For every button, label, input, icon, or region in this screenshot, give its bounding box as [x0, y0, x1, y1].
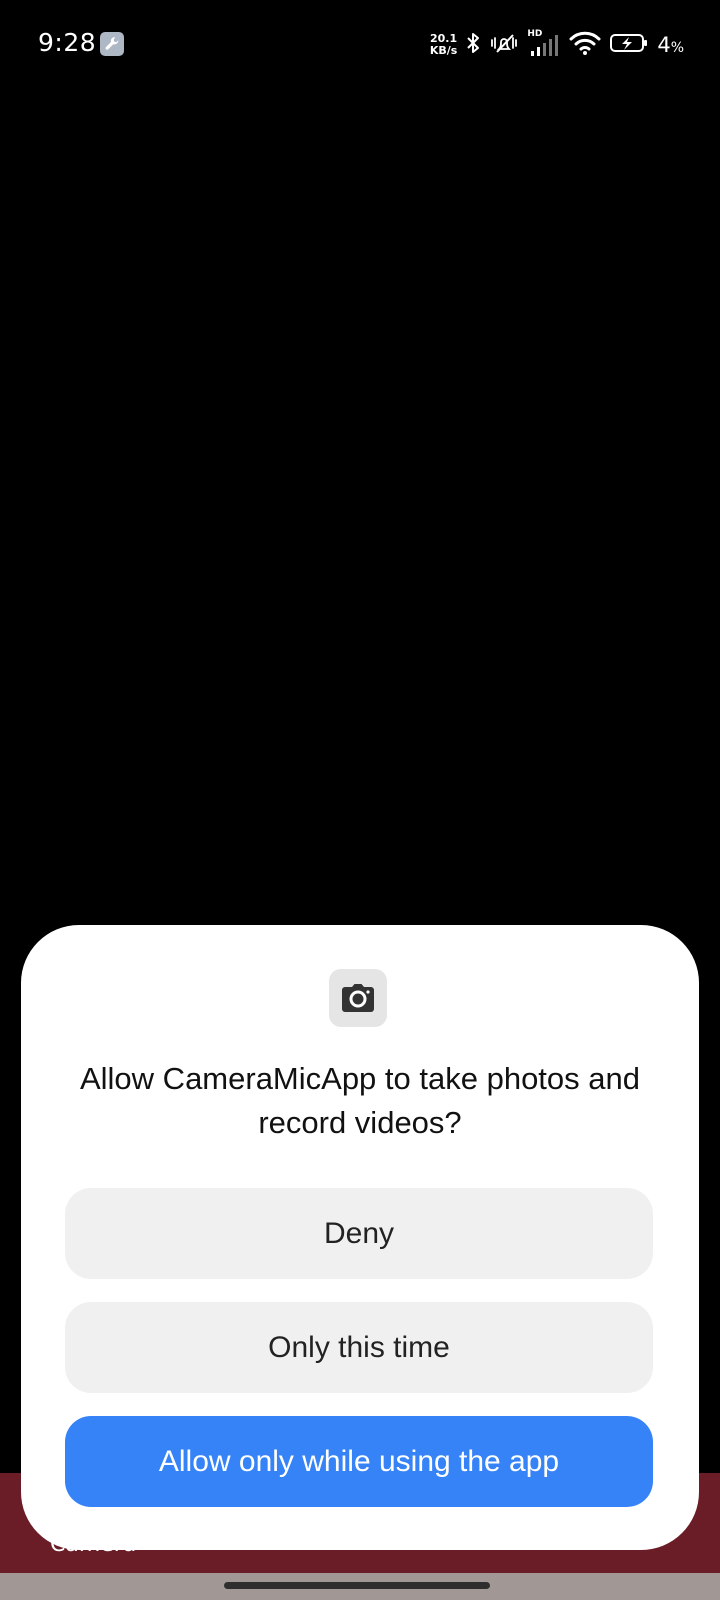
network-speed: 20.1 KB/s: [430, 33, 457, 57]
battery-percent-value: 4: [657, 33, 671, 57]
net-speed-unit: KB/s: [429, 44, 458, 57]
permission-dialog: Allow CameraMicApp to take photos and re…: [21, 925, 699, 1550]
screen: 9:28 20.1 KB/s HD 4% Allow CameraMicApp …: [0, 0, 720, 1600]
camera-icon: [329, 969, 387, 1027]
allow-while-using-button[interactable]: Allow only while using the app: [65, 1416, 653, 1507]
deny-button[interactable]: Deny: [65, 1188, 653, 1279]
wrench-icon: [100, 32, 124, 56]
dialog-title: Allow CameraMicApp to take photos and re…: [79, 1061, 640, 1140]
status-icons: 20.1 KB/s HD 4%: [430, 29, 684, 60]
bluetooth-icon: [465, 31, 481, 59]
gesture-handle[interactable]: [224, 1582, 490, 1589]
battery-percent-sign: %: [670, 40, 684, 56]
signal-icon: HD: [527, 29, 561, 59]
battery-percent: 4%: [657, 33, 684, 57]
status-time: 9:28: [38, 28, 97, 57]
vibrate-icon: [489, 31, 519, 59]
only-this-time-button[interactable]: Only this time: [65, 1302, 653, 1393]
battery-charging-icon: [609, 31, 649, 59]
status-bar: 9:28 20.1 KB/s HD 4%: [0, 0, 720, 90]
wifi-icon: [569, 30, 601, 60]
